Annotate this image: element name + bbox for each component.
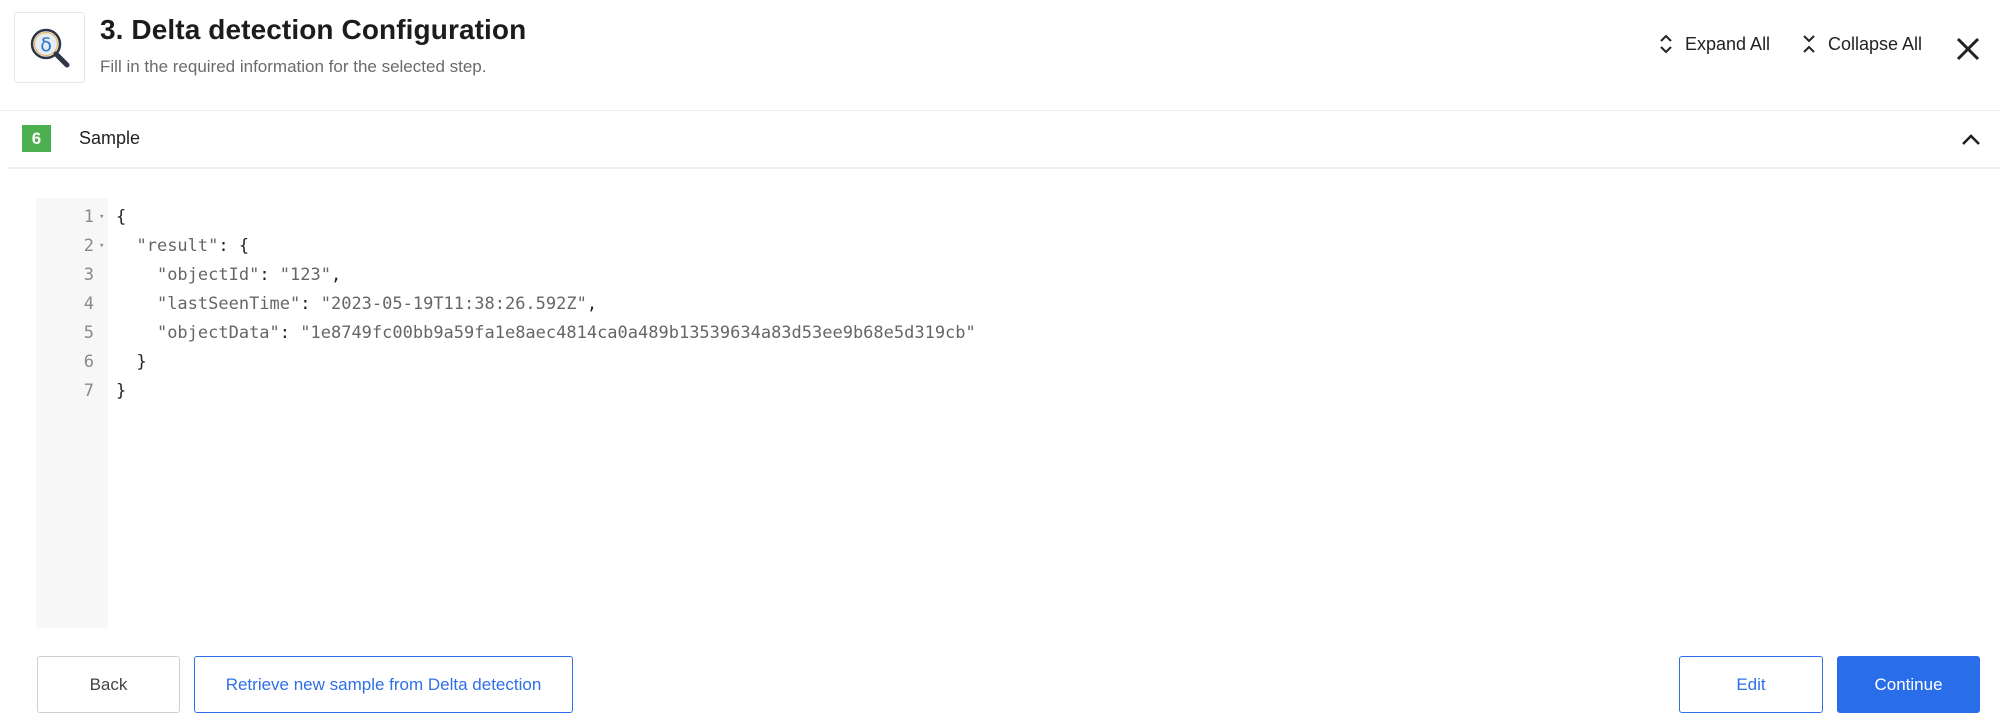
page-title: 3. Delta detection Configuration <box>100 14 527 45</box>
page-header: δ 3. Delta detection Configuration Fill … <box>0 0 2000 111</box>
code-line: 3 "objectId": "123", <box>36 261 2000 290</box>
code-line: 1 ▾ { <box>36 203 2000 232</box>
svg-text:δ: δ <box>40 34 52 56</box>
sample-section-header[interactable]: 6 Sample <box>8 111 2000 169</box>
code-text: "objectData": "1e8749fc00bb9a59fa1e8aec4… <box>156 323 976 343</box>
line-number: 1 <box>83 207 94 227</box>
collapse-all-label: Collapse All <box>1828 33 1923 54</box>
line-number: 2 <box>83 236 94 256</box>
code-line: 4 "lastSeenTime": "2023-05-19T11:38:26.5… <box>36 290 2000 319</box>
code-text: } <box>116 352 147 372</box>
edit-button[interactable]: Edit <box>1679 656 1823 713</box>
expand-all-button[interactable]: Expand All <box>1659 33 1770 55</box>
collapse-all-button[interactable]: Collapse All <box>1802 33 1922 55</box>
expand-all-label: Expand All <box>1685 33 1771 54</box>
close-icon <box>1956 37 1980 61</box>
code-text: "result": { <box>136 236 250 256</box>
collapse-icon <box>1803 35 1815 53</box>
line-number: 7 <box>83 381 94 401</box>
retrieve-sample-button[interactable]: Retrieve new sample from Delta detection <box>194 656 573 713</box>
step-number-badge: 6 <box>22 125 51 152</box>
code-text: "objectId": "123", <box>156 265 342 285</box>
line-number: 4 <box>83 294 94 314</box>
line-number: 6 <box>83 352 94 372</box>
code-text: "lastSeenTime": "2023-05-19T11:38:26.592… <box>156 294 598 314</box>
fold-toggle-icon[interactable]: ▾ <box>99 203 104 232</box>
code-line: 7} <box>36 377 2000 406</box>
line-number: 5 <box>83 323 94 343</box>
delta-magnifier-icon: δ <box>30 28 69 67</box>
section-title: Sample <box>79 128 141 148</box>
fold-toggle-icon[interactable]: ▾ <box>99 232 104 261</box>
code-text: { <box>116 207 127 227</box>
code-line: 6 } <box>36 348 2000 377</box>
page-subtitle: Fill in the required information for the… <box>100 57 487 76</box>
chevron-up-icon[interactable] <box>1960 129 1982 151</box>
code-line: 2 ▾ "result": { <box>36 232 2000 261</box>
continue-button[interactable]: Continue <box>1837 656 1980 713</box>
back-button[interactable]: Back <box>37 656 180 713</box>
json-code-editor[interactable]: 1 ▾{2 ▾ "result": {3 "objectId": "123", 4 "… <box>36 198 2000 628</box>
step-logo: δ <box>14 12 85 83</box>
code-line: 5 "objectData": "1e8749fc00bb9a59fa1e8ae… <box>36 319 2000 348</box>
code-text: } <box>116 381 127 401</box>
close-button[interactable] <box>1953 34 1983 64</box>
expand-icon <box>1660 34 1672 54</box>
line-number: 3 <box>83 265 94 285</box>
